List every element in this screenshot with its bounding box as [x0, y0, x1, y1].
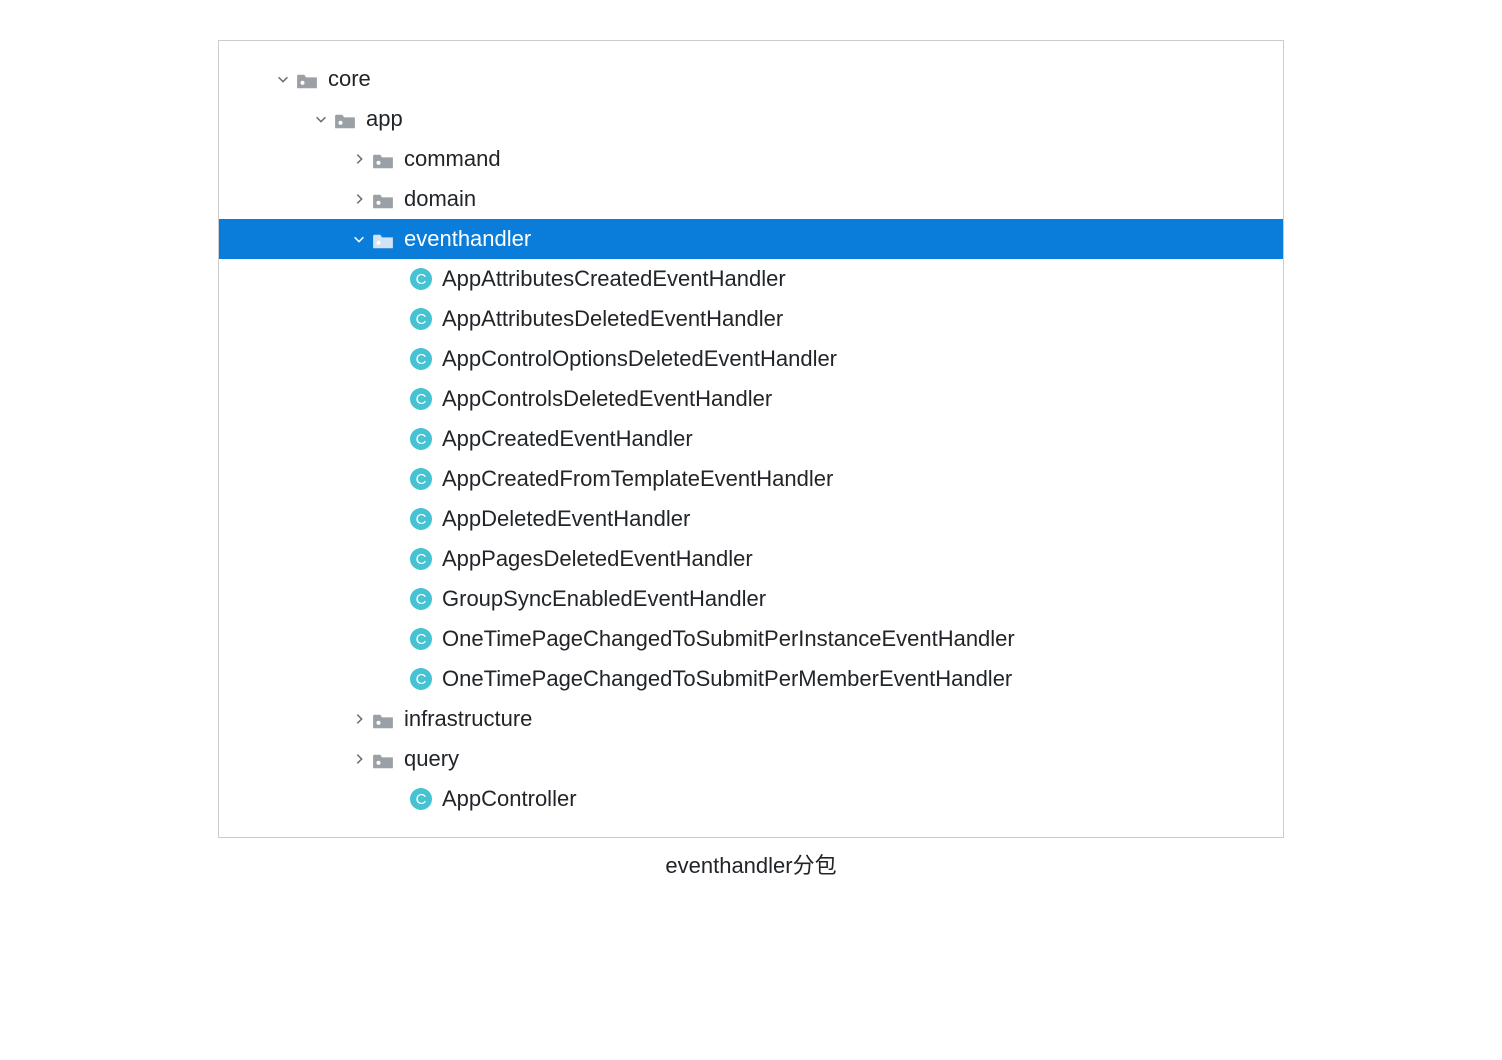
- tree-node-label: core: [322, 66, 371, 92]
- tree-row[interactable]: CAppController: [219, 779, 1283, 819]
- tree-row[interactable]: CAppControlsDeletedEventHandler: [219, 379, 1283, 419]
- tree-row[interactable]: COneTimePageChangedToSubmitPerInstanceEv…: [219, 619, 1283, 659]
- class-icon: C: [410, 668, 432, 690]
- folder-icon: [296, 70, 318, 88]
- icon-slot: C: [406, 308, 436, 330]
- project-tree-panel: core app command domain eventhandlerCApp…: [218, 40, 1284, 838]
- tree-node-label: eventhandler: [398, 226, 531, 252]
- tree-node-label: domain: [398, 186, 476, 212]
- tree-node-label: AppController: [436, 786, 577, 812]
- tree-node-label: AppPagesDeletedEventHandler: [436, 546, 753, 572]
- class-icon: C: [410, 468, 432, 490]
- icon-slot: [330, 110, 360, 128]
- figure-caption: eventhandler分包: [0, 848, 1502, 880]
- chevron-down-icon[interactable]: [312, 112, 330, 126]
- tree-row[interactable]: command: [219, 139, 1283, 179]
- icon-slot: C: [406, 548, 436, 570]
- tree-node-label: AppAttributesCreatedEventHandler: [436, 266, 786, 292]
- class-icon: C: [410, 508, 432, 530]
- icon-slot: C: [406, 668, 436, 690]
- tree-row[interactable]: domain: [219, 179, 1283, 219]
- tree-row[interactable]: COneTimePageChangedToSubmitPerMemberEven…: [219, 659, 1283, 699]
- tree-row[interactable]: infrastructure: [219, 699, 1283, 739]
- tree-node-label: AppControlsDeletedEventHandler: [436, 386, 772, 412]
- chevron-down-icon[interactable]: [274, 72, 292, 86]
- tree-node-label: query: [398, 746, 459, 772]
- tree-row[interactable]: CAppCreatedEventHandler: [219, 419, 1283, 459]
- tree-node-label: OneTimePageChangedToSubmitPerMemberEvent…: [436, 666, 1012, 692]
- icon-slot: C: [406, 468, 436, 490]
- icon-slot: C: [406, 628, 436, 650]
- icon-slot: C: [406, 268, 436, 290]
- tree-node-label: command: [398, 146, 501, 172]
- class-icon: C: [410, 588, 432, 610]
- tree-row[interactable]: query: [219, 739, 1283, 779]
- tree-node-label: AppCreatedFromTemplateEventHandler: [436, 466, 833, 492]
- tree-row[interactable]: CAppCreatedFromTemplateEventHandler: [219, 459, 1283, 499]
- tree-row[interactable]: CAppDeletedEventHandler: [219, 499, 1283, 539]
- folder-icon: [372, 150, 394, 168]
- chevron-right-icon[interactable]: [350, 152, 368, 166]
- icon-slot: [368, 230, 398, 248]
- class-icon: C: [410, 548, 432, 570]
- class-icon: C: [410, 308, 432, 330]
- folder-icon: [372, 230, 394, 248]
- tree-row[interactable]: eventhandler: [219, 219, 1283, 259]
- class-icon: C: [410, 348, 432, 370]
- tree-node-label: AppControlOptionsDeletedEventHandler: [436, 346, 837, 372]
- tree-row[interactable]: CGroupSyncEnabledEventHandler: [219, 579, 1283, 619]
- tree-row[interactable]: core: [219, 59, 1283, 99]
- icon-slot: [368, 150, 398, 168]
- icon-slot: [368, 190, 398, 208]
- tree-node-label: AppAttributesDeletedEventHandler: [436, 306, 783, 332]
- class-icon: C: [410, 788, 432, 810]
- tree-row[interactable]: CAppAttributesCreatedEventHandler: [219, 259, 1283, 299]
- class-icon: C: [410, 388, 432, 410]
- icon-slot: [368, 750, 398, 768]
- folder-icon: [372, 190, 394, 208]
- tree-node-label: app: [360, 106, 403, 132]
- icon-slot: [292, 70, 322, 88]
- icon-slot: C: [406, 428, 436, 450]
- tree-node-label: GroupSyncEnabledEventHandler: [436, 586, 766, 612]
- folder-icon: [334, 110, 356, 128]
- tree-row[interactable]: CAppControlOptionsDeletedEventHandler: [219, 339, 1283, 379]
- icon-slot: C: [406, 348, 436, 370]
- folder-icon: [372, 750, 394, 768]
- tree-row[interactable]: CAppPagesDeletedEventHandler: [219, 539, 1283, 579]
- chevron-right-icon[interactable]: [350, 192, 368, 206]
- folder-icon: [372, 710, 394, 728]
- class-icon: C: [410, 428, 432, 450]
- tree-node-label: AppDeletedEventHandler: [436, 506, 690, 532]
- tree-node-label: infrastructure: [398, 706, 532, 732]
- class-icon: C: [410, 268, 432, 290]
- tree-node-label: AppCreatedEventHandler: [436, 426, 693, 452]
- tree-row[interactable]: app: [219, 99, 1283, 139]
- icon-slot: C: [406, 588, 436, 610]
- tree-row[interactable]: CAppAttributesDeletedEventHandler: [219, 299, 1283, 339]
- chevron-down-icon[interactable]: [350, 232, 368, 246]
- icon-slot: C: [406, 508, 436, 530]
- chevron-right-icon[interactable]: [350, 712, 368, 726]
- icon-slot: [368, 710, 398, 728]
- icon-slot: C: [406, 388, 436, 410]
- icon-slot: C: [406, 788, 436, 810]
- chevron-right-icon[interactable]: [350, 752, 368, 766]
- tree-node-label: OneTimePageChangedToSubmitPerInstanceEve…: [436, 626, 1015, 652]
- class-icon: C: [410, 628, 432, 650]
